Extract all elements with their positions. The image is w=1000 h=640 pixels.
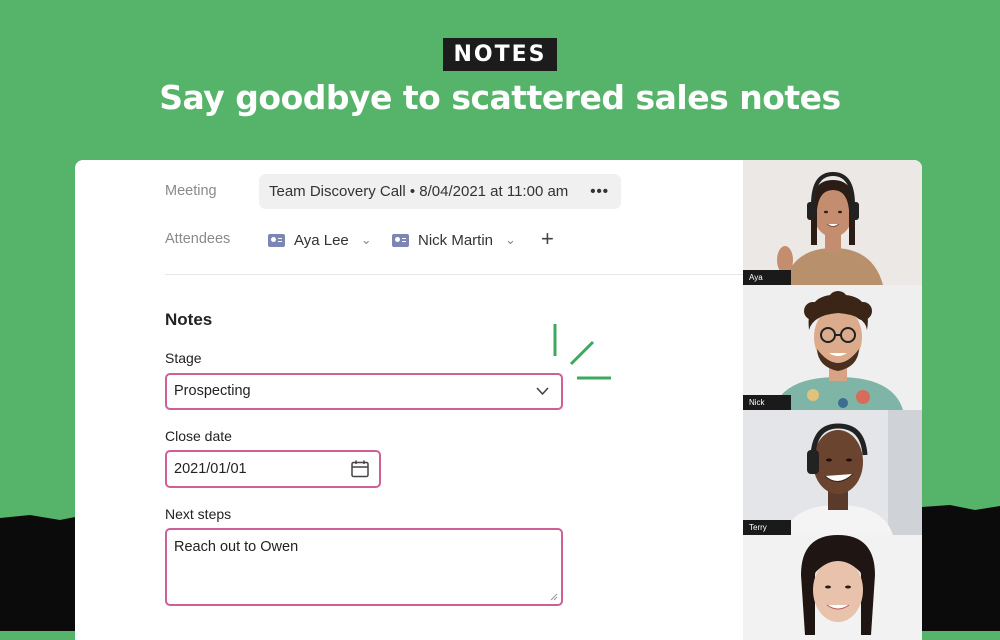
- participant-photo: [743, 535, 922, 640]
- plus-icon[interactable]: +: [541, 226, 554, 252]
- next-steps-textarea[interactable]: Reach out to Owen: [165, 528, 563, 606]
- divider: [165, 274, 743, 275]
- app-card: Meeting Team Discovery Call • 8/04/2021 …: [75, 160, 922, 640]
- meeting-form: Meeting Team Discovery Call • 8/04/2021 …: [75, 160, 743, 640]
- meeting-value: Team Discovery Call • 8/04/2021 at 11:00…: [269, 183, 569, 200]
- attendee-name: Nick Martin: [418, 231, 494, 249]
- next-steps-value: Reach out to Owen: [174, 539, 299, 555]
- section-tag: NOTES: [443, 38, 557, 71]
- video-tile[interactable]: Aya: [743, 160, 922, 285]
- participant-name: Terry: [743, 520, 791, 535]
- resize-handle-icon[interactable]: [550, 593, 558, 601]
- chevron-down-icon[interactable]: ⌄: [361, 232, 372, 248]
- contact-card-icon: [392, 233, 409, 247]
- contact-card-icon: [268, 233, 285, 247]
- meeting-selector[interactable]: Team Discovery Call • 8/04/2021 at 11:00…: [259, 174, 621, 209]
- close-date-label: Close date: [165, 428, 232, 444]
- notes-title: Notes: [165, 310, 213, 329]
- participant-photo: [743, 285, 922, 410]
- next-steps-label: Next steps: [165, 506, 232, 522]
- calendar-icon[interactable]: [350, 459, 370, 479]
- stage-select[interactable]: Prospecting: [165, 373, 563, 410]
- video-tile[interactable]: [743, 535, 922, 640]
- chevron-down-icon[interactable]: ⌄: [505, 232, 516, 248]
- headline: Say goodbye to scattered sales notes: [159, 78, 841, 117]
- participant-photo: [743, 410, 922, 535]
- video-tile[interactable]: Terry: [743, 410, 922, 535]
- video-tile[interactable]: Nick: [743, 285, 922, 410]
- attendees-label: Attendees: [165, 231, 231, 247]
- participant-name: Nick: [743, 395, 791, 410]
- attendee-name: Aya Lee: [294, 231, 349, 249]
- more-horizontal-icon[interactable]: •••: [590, 174, 609, 209]
- meeting-label: Meeting: [165, 183, 217, 199]
- stage-label: Stage: [165, 350, 202, 366]
- participant-name: Aya: [743, 270, 791, 285]
- sparkle-icon: [553, 324, 611, 380]
- participant-photo: [743, 160, 922, 285]
- stage-value: Prospecting: [174, 383, 251, 399]
- video-participants-panel: Aya Nick Terry: [743, 160, 922, 640]
- close-date-value: 2021/01/01: [174, 461, 247, 477]
- attendee-aya-lee[interactable]: Aya Lee ⌄: [268, 228, 372, 252]
- attendee-nick-martin[interactable]: Nick Martin ⌄: [392, 228, 516, 252]
- close-date-input[interactable]: 2021/01/01: [165, 450, 381, 488]
